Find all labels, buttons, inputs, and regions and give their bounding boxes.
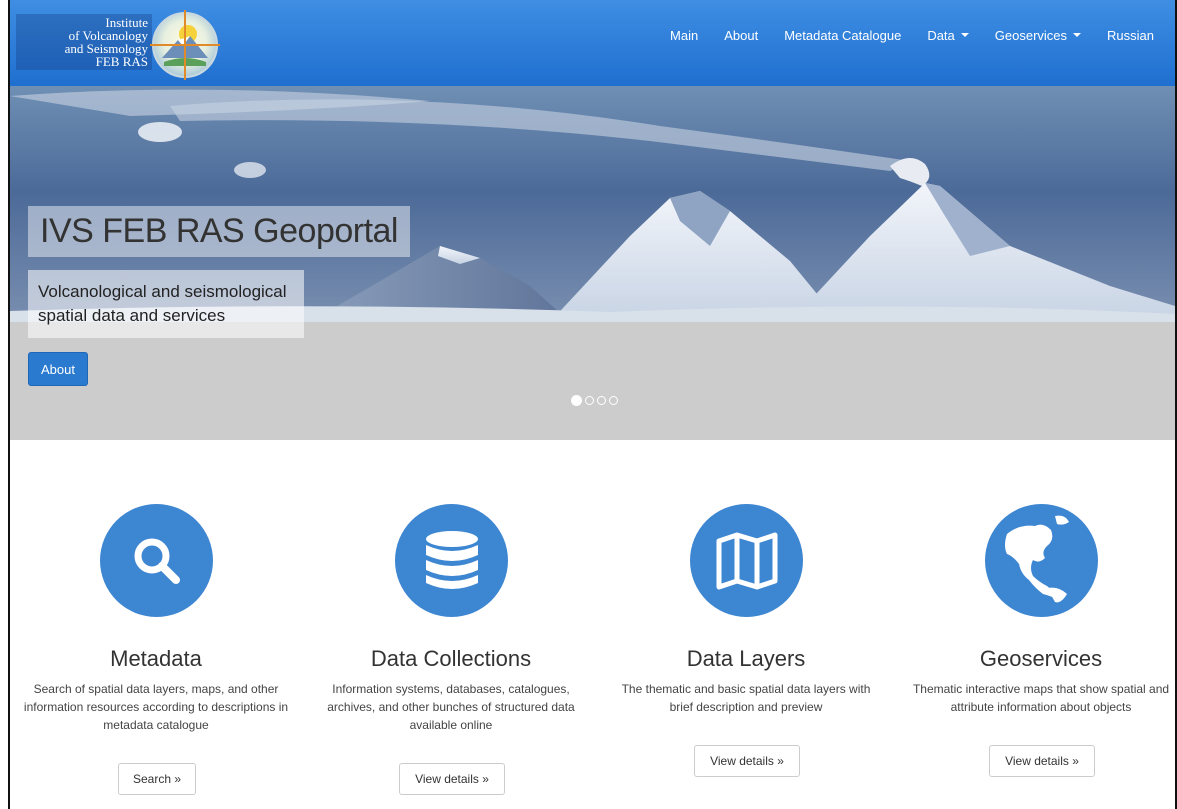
volcano-emblem-icon bbox=[150, 10, 220, 80]
feature-title: Data Collections bbox=[370, 646, 532, 671]
nav-item-label: Russian bbox=[1107, 27, 1154, 43]
feature-title: Metadata bbox=[110, 646, 202, 671]
feature-description: Thematic interactive maps that show spat… bbox=[912, 682, 1170, 714]
feature-data-layers: Data Layers The thematic and basic spati… bbox=[610, 440, 882, 800]
feature-icon-circle bbox=[690, 504, 803, 617]
feature-description: The thematic and basic spatial data laye… bbox=[621, 682, 871, 714]
carousel-indicator-2[interactable] bbox=[585, 396, 594, 405]
feature-data-collections: Data Collections Information systems, da… bbox=[315, 440, 587, 800]
search-icon bbox=[134, 538, 180, 584]
caret-down-icon bbox=[960, 33, 969, 37]
feature-metadata: Metadata Search of spatial data layers, … bbox=[20, 440, 292, 800]
nav-item-label: Main bbox=[670, 27, 699, 43]
hero-about-button[interactable]: About bbox=[28, 352, 88, 386]
nav-item-label: About bbox=[724, 27, 759, 43]
carousel-indicator-1[interactable] bbox=[571, 395, 582, 406]
brand-logo-link[interactable]: Institute of Volcanology and Seismology … bbox=[16, 4, 226, 84]
view-details-button[interactable]: View details » bbox=[399, 763, 505, 795]
nav-item-metadata-catalogue[interactable]: Metadata Catalogue bbox=[771, 28, 914, 43]
nav-item-geoservices-dropdown[interactable]: Geoservices bbox=[982, 28, 1094, 43]
view-details-button[interactable]: View details » bbox=[694, 745, 800, 777]
nav-item-label: Data bbox=[927, 27, 955, 43]
feature-description: Search of spatial data layers, maps, and… bbox=[23, 682, 289, 732]
nav-menu: Main About Metadata Catalogue Data Geose… bbox=[657, 0, 1167, 70]
feature-icon-circle bbox=[395, 504, 508, 617]
feature-description: Information systems, databases, catalogu… bbox=[327, 682, 575, 732]
carousel-indicator-3[interactable] bbox=[597, 396, 606, 405]
nav-item-label: Geoservices bbox=[994, 27, 1068, 43]
nav-item-language[interactable]: Russian bbox=[1094, 28, 1167, 43]
feature-geoservices: Geoservices Thematic interactive maps th… bbox=[905, 440, 1177, 800]
feature-title: Data Layers bbox=[686, 646, 806, 671]
brand-line-4: FEB RAS bbox=[95, 54, 148, 69]
feature-title: Geoservices bbox=[979, 646, 1103, 671]
feature-icon-circle bbox=[100, 504, 213, 617]
hero-title: IVS FEB RAS Geoportal bbox=[28, 206, 410, 257]
hero-carousel: IVS FEB RAS Geoportal Volcanological and… bbox=[10, 86, 1175, 440]
map-icon bbox=[716, 532, 777, 589]
nav-item-label: Metadata Catalogue bbox=[784, 27, 902, 43]
globe-icon bbox=[1005, 515, 1069, 603]
view-details-button[interactable]: View details » bbox=[989, 745, 1095, 777]
database-icon bbox=[425, 530, 478, 589]
page-frame-left bbox=[8, 0, 10, 809]
feature-section: Metadata Search of spatial data layers, … bbox=[10, 440, 1175, 809]
nav-item-main[interactable]: Main bbox=[657, 28, 711, 43]
search-button[interactable]: Search » bbox=[118, 763, 196, 795]
caret-down-icon bbox=[1073, 33, 1082, 37]
hero-subtitle: Volcanological and seismological spatial… bbox=[28, 270, 304, 338]
carousel-indicator-4[interactable] bbox=[609, 396, 618, 405]
feature-icon-circle bbox=[985, 504, 1098, 617]
brand-text: Institute of Volcanology and Seismology … bbox=[16, 14, 152, 70]
nav-item-data-dropdown[interactable]: Data bbox=[914, 28, 981, 43]
nav-item-about[interactable]: About bbox=[711, 28, 771, 43]
top-navbar: Institute of Volcanology and Seismology … bbox=[10, 0, 1175, 88]
carousel-indicators bbox=[571, 395, 618, 406]
